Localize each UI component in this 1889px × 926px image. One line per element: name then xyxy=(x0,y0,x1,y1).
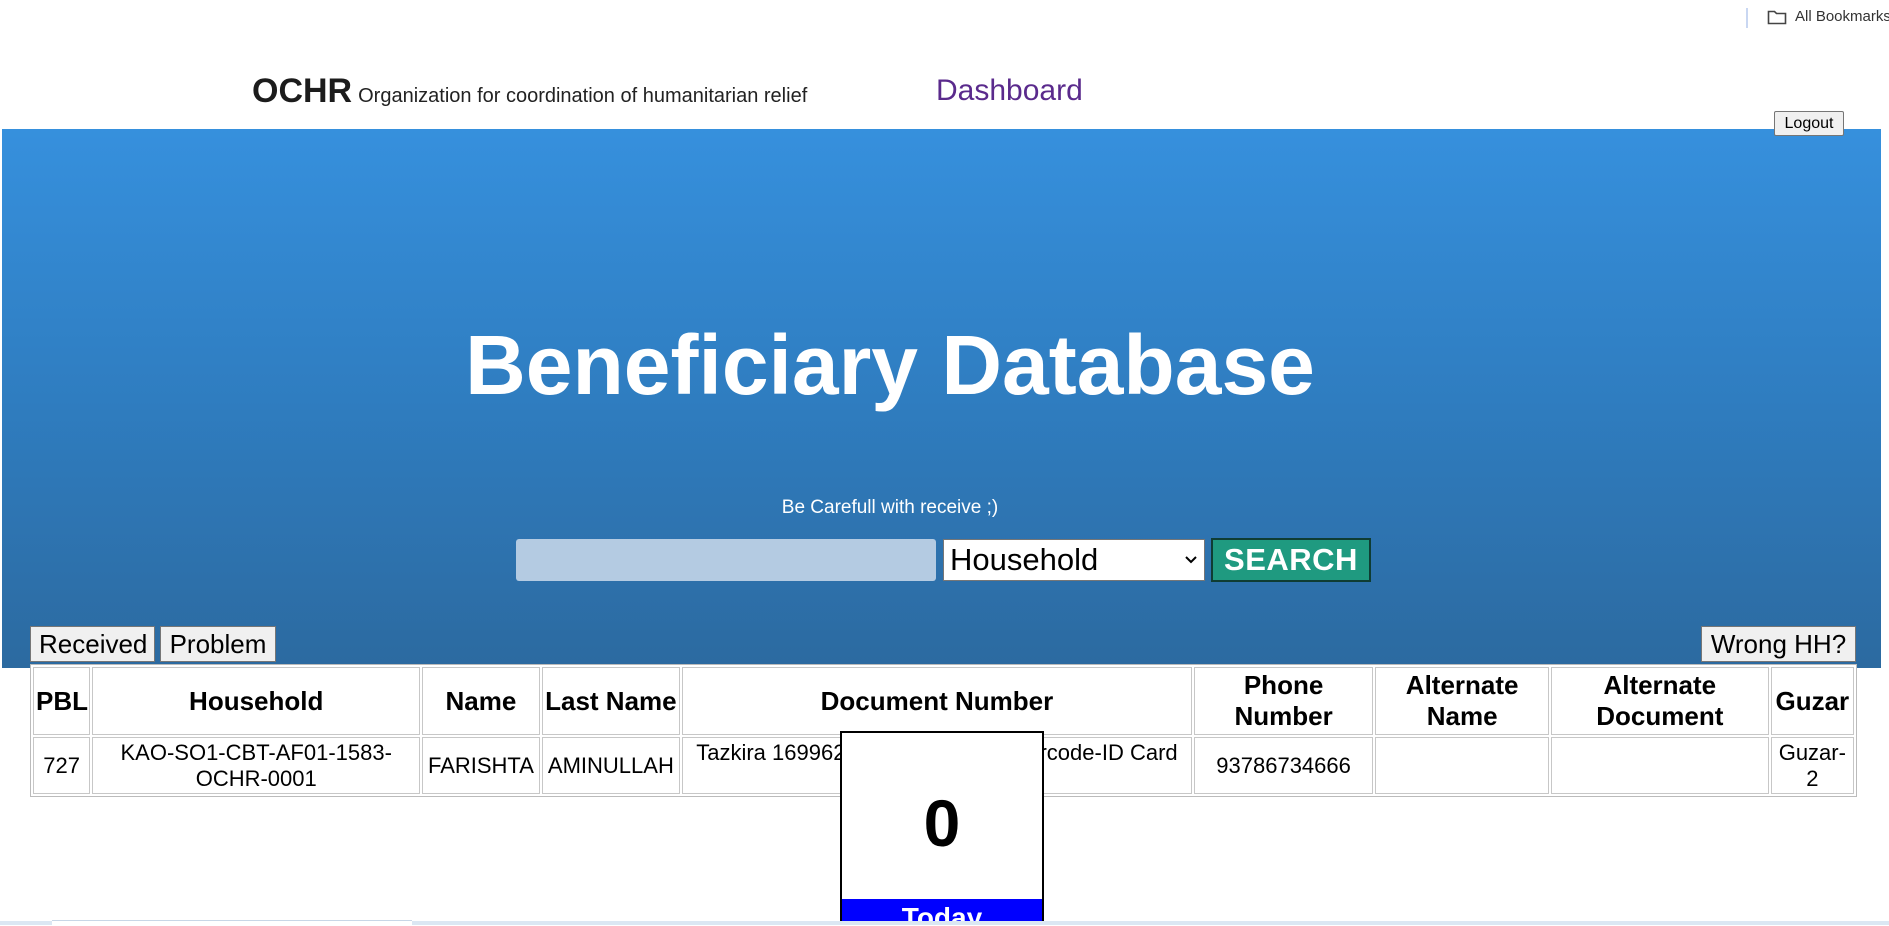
cell-last-name: AMINULLAH xyxy=(541,737,681,794)
column-header-last-name: Last Name xyxy=(541,667,681,735)
search-type-value: Household xyxy=(950,542,1099,577)
brand-tagline: Organization for coordination of humanit… xyxy=(358,85,808,107)
cell-phone-number: 93786734666 xyxy=(1193,737,1374,794)
column-header-household: Household xyxy=(92,667,421,735)
search-input[interactable] xyxy=(516,539,936,581)
brand: OCHR Organization for coordination of hum… xyxy=(252,72,807,111)
column-header-guzar: Guzar xyxy=(1770,667,1854,735)
folder-icon xyxy=(1767,9,1787,25)
wrong-hh-button[interactable]: Wrong HH? xyxy=(1701,626,1856,662)
logout-button[interactable]: Logout xyxy=(1774,111,1844,136)
dashboard-link[interactable]: Dashboard xyxy=(936,74,1083,108)
table-header-row: PBL Household Name Last Name Document Nu… xyxy=(33,667,1854,735)
today-counter: 0 Today xyxy=(840,731,1044,925)
cell-name: FARISHTA xyxy=(422,737,540,794)
column-header-phone-number: Phone Number xyxy=(1193,667,1374,735)
column-header-name: Name xyxy=(422,667,540,735)
column-header-alternate-document: Alternate Document xyxy=(1550,667,1769,735)
bottom-tab xyxy=(52,920,412,926)
problem-button[interactable]: Problem xyxy=(160,626,276,662)
received-button[interactable]: Received xyxy=(30,626,155,662)
bookmarks-separator xyxy=(1746,8,1748,28)
today-count-value: 0 xyxy=(923,786,961,860)
brand-name: OCHR xyxy=(252,72,353,110)
page-title: Beneficiary Database xyxy=(465,318,1315,412)
column-header-alternate-name: Alternate Name xyxy=(1375,667,1549,735)
cell-pbl: 727 xyxy=(33,737,91,794)
all-bookmarks-label: All Bookmarks xyxy=(1795,8,1889,25)
cell-household: KAO-SO1-CBT-AF01-1583-OCHR-0001 xyxy=(92,737,421,794)
cell-alternate-name xyxy=(1375,737,1549,794)
all-bookmarks[interactable]: All Bookmarks xyxy=(1767,8,1889,25)
search-type-select[interactable]: Household xyxy=(943,539,1205,581)
column-header-pbl: PBL xyxy=(33,667,91,735)
search-button[interactable]: SEARCH xyxy=(1211,538,1371,582)
cell-alternate-document xyxy=(1550,737,1769,794)
column-header-document-number: Document Number xyxy=(682,667,1192,735)
main-panel: Beneficiary Database Be Carefull with re… xyxy=(2,129,1881,797)
page-subtitle: Be Carefull with receive ;) xyxy=(781,497,999,518)
chevron-down-icon xyxy=(1184,553,1198,572)
cell-guzar: Guzar-2 xyxy=(1770,737,1854,794)
